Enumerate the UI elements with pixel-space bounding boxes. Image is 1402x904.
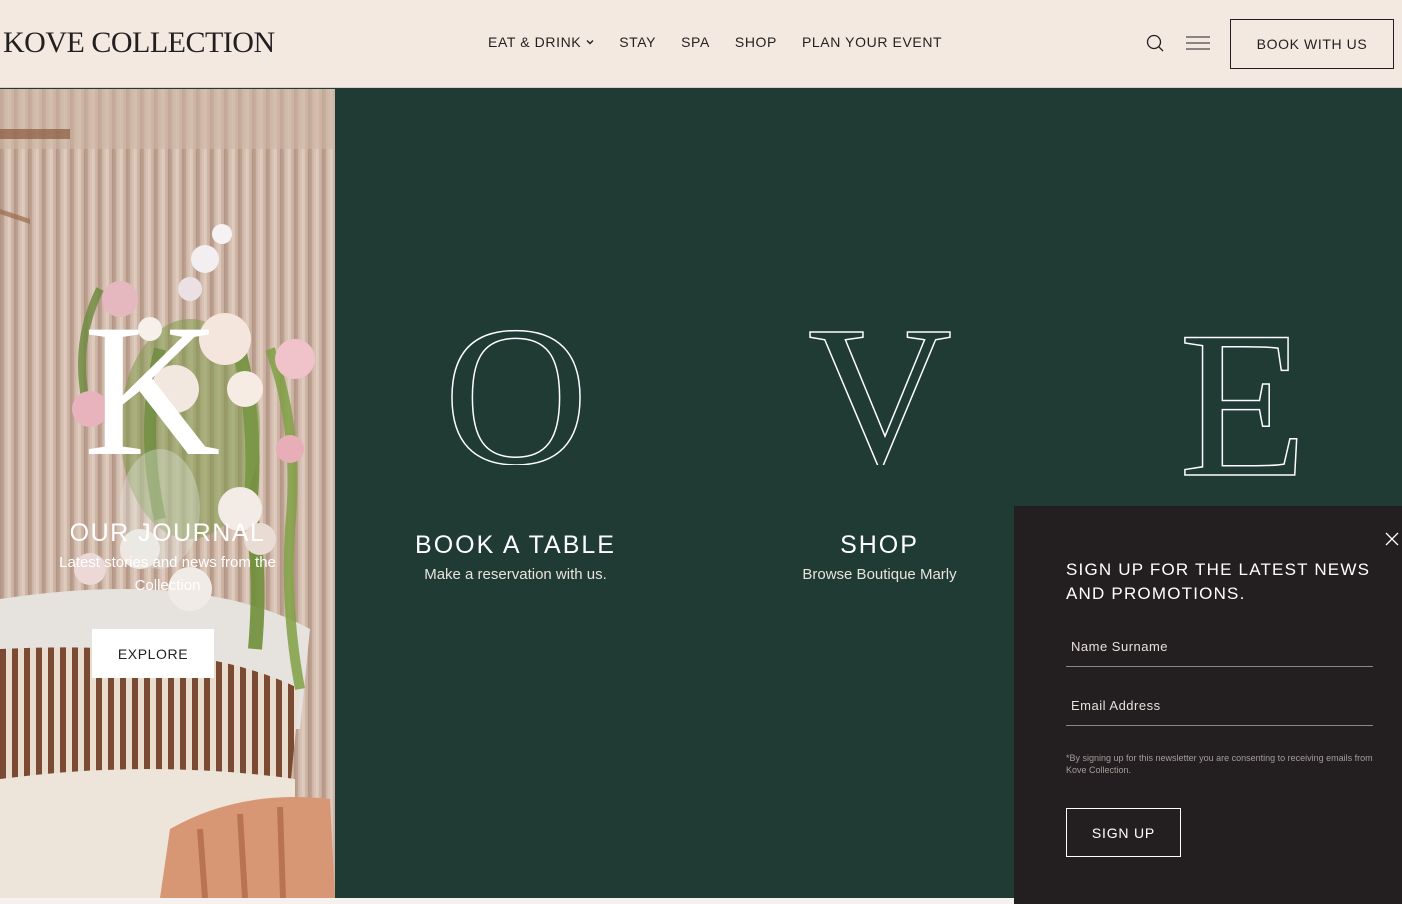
consent-text: *By signing up for this newsletter you a… — [1066, 753, 1373, 775]
nav-item-plan-your-event[interactable]: PLAN YOUR EVENT — [802, 34, 942, 50]
letter-o-outline: O — [443, 315, 589, 465]
nav-item-label: EAT & DRINK — [488, 34, 582, 50]
letter-k: K — [83, 286, 220, 496]
nav-item-stay[interactable]: STAY — [619, 34, 656, 50]
search-icon[interactable] — [1145, 33, 1165, 53]
site-logo[interactable]: KOVE COLLECTION — [3, 26, 275, 60]
nav-item-eat-drink[interactable]: EAT & DRINK — [488, 34, 594, 50]
flower-arrangement-photo: K — [0, 89, 335, 898]
panel-journal[interactable]: K OUR JOURNAL Latest stories and news fr… — [0, 89, 335, 898]
site-header: KOVE COLLECTION EAT & DRINK STAY SPA SHO… — [0, 0, 1402, 88]
nav-item-spa[interactable]: SPA — [681, 34, 710, 50]
newsletter-popup: SIGN UP FOR THE LATEST NEWS AND PROMOTIO… — [1014, 506, 1402, 904]
shop-title: SHOP — [840, 531, 919, 559]
journal-title: OUR JOURNAL — [69, 519, 266, 547]
main-nav: EAT & DRINK STAY SPA SHOP PLAN YOUR EVEN… — [488, 34, 942, 50]
chevron-down-icon — [586, 40, 594, 45]
journal-subtitle: Latest stories and news from the Collect… — [59, 554, 276, 594]
email-field[interactable] — [1066, 686, 1373, 726]
newsletter-title: SIGN UP FOR THE LATEST NEWS AND PROMOTIO… — [1066, 560, 1371, 603]
letter-v: V — [808, 315, 952, 465]
book-with-us-button[interactable]: BOOK WITH US — [1230, 19, 1394, 69]
letter-e: E — [1179, 315, 1307, 480]
explore-button[interactable]: EXPLORE — [92, 629, 214, 678]
book-a-table-title: BOOK A TABLE — [415, 531, 616, 559]
name-field[interactable] — [1066, 627, 1373, 667]
letter-o: O — [444, 315, 588, 465]
panel-shop[interactable]: V SHOP Browse Boutique Marly — [702, 89, 1057, 898]
letter-e-outline: E — [1178, 315, 1308, 480]
close-icon[interactable] — [1384, 531, 1400, 547]
sign-up-button[interactable]: SIGN UP — [1066, 808, 1181, 857]
letter-v-outline: V — [807, 315, 953, 465]
shop-subtitle: Browse Boutique Marly — [802, 566, 957, 583]
book-a-table-subtitle: Make a reservation with us. — [424, 566, 607, 583]
nav-item-shop[interactable]: SHOP — [735, 34, 777, 50]
hamburger-menu-icon[interactable] — [1186, 36, 1210, 50]
panel-book-a-table[interactable]: O BOOK A TABLE Make a reservation with u… — [338, 89, 693, 898]
